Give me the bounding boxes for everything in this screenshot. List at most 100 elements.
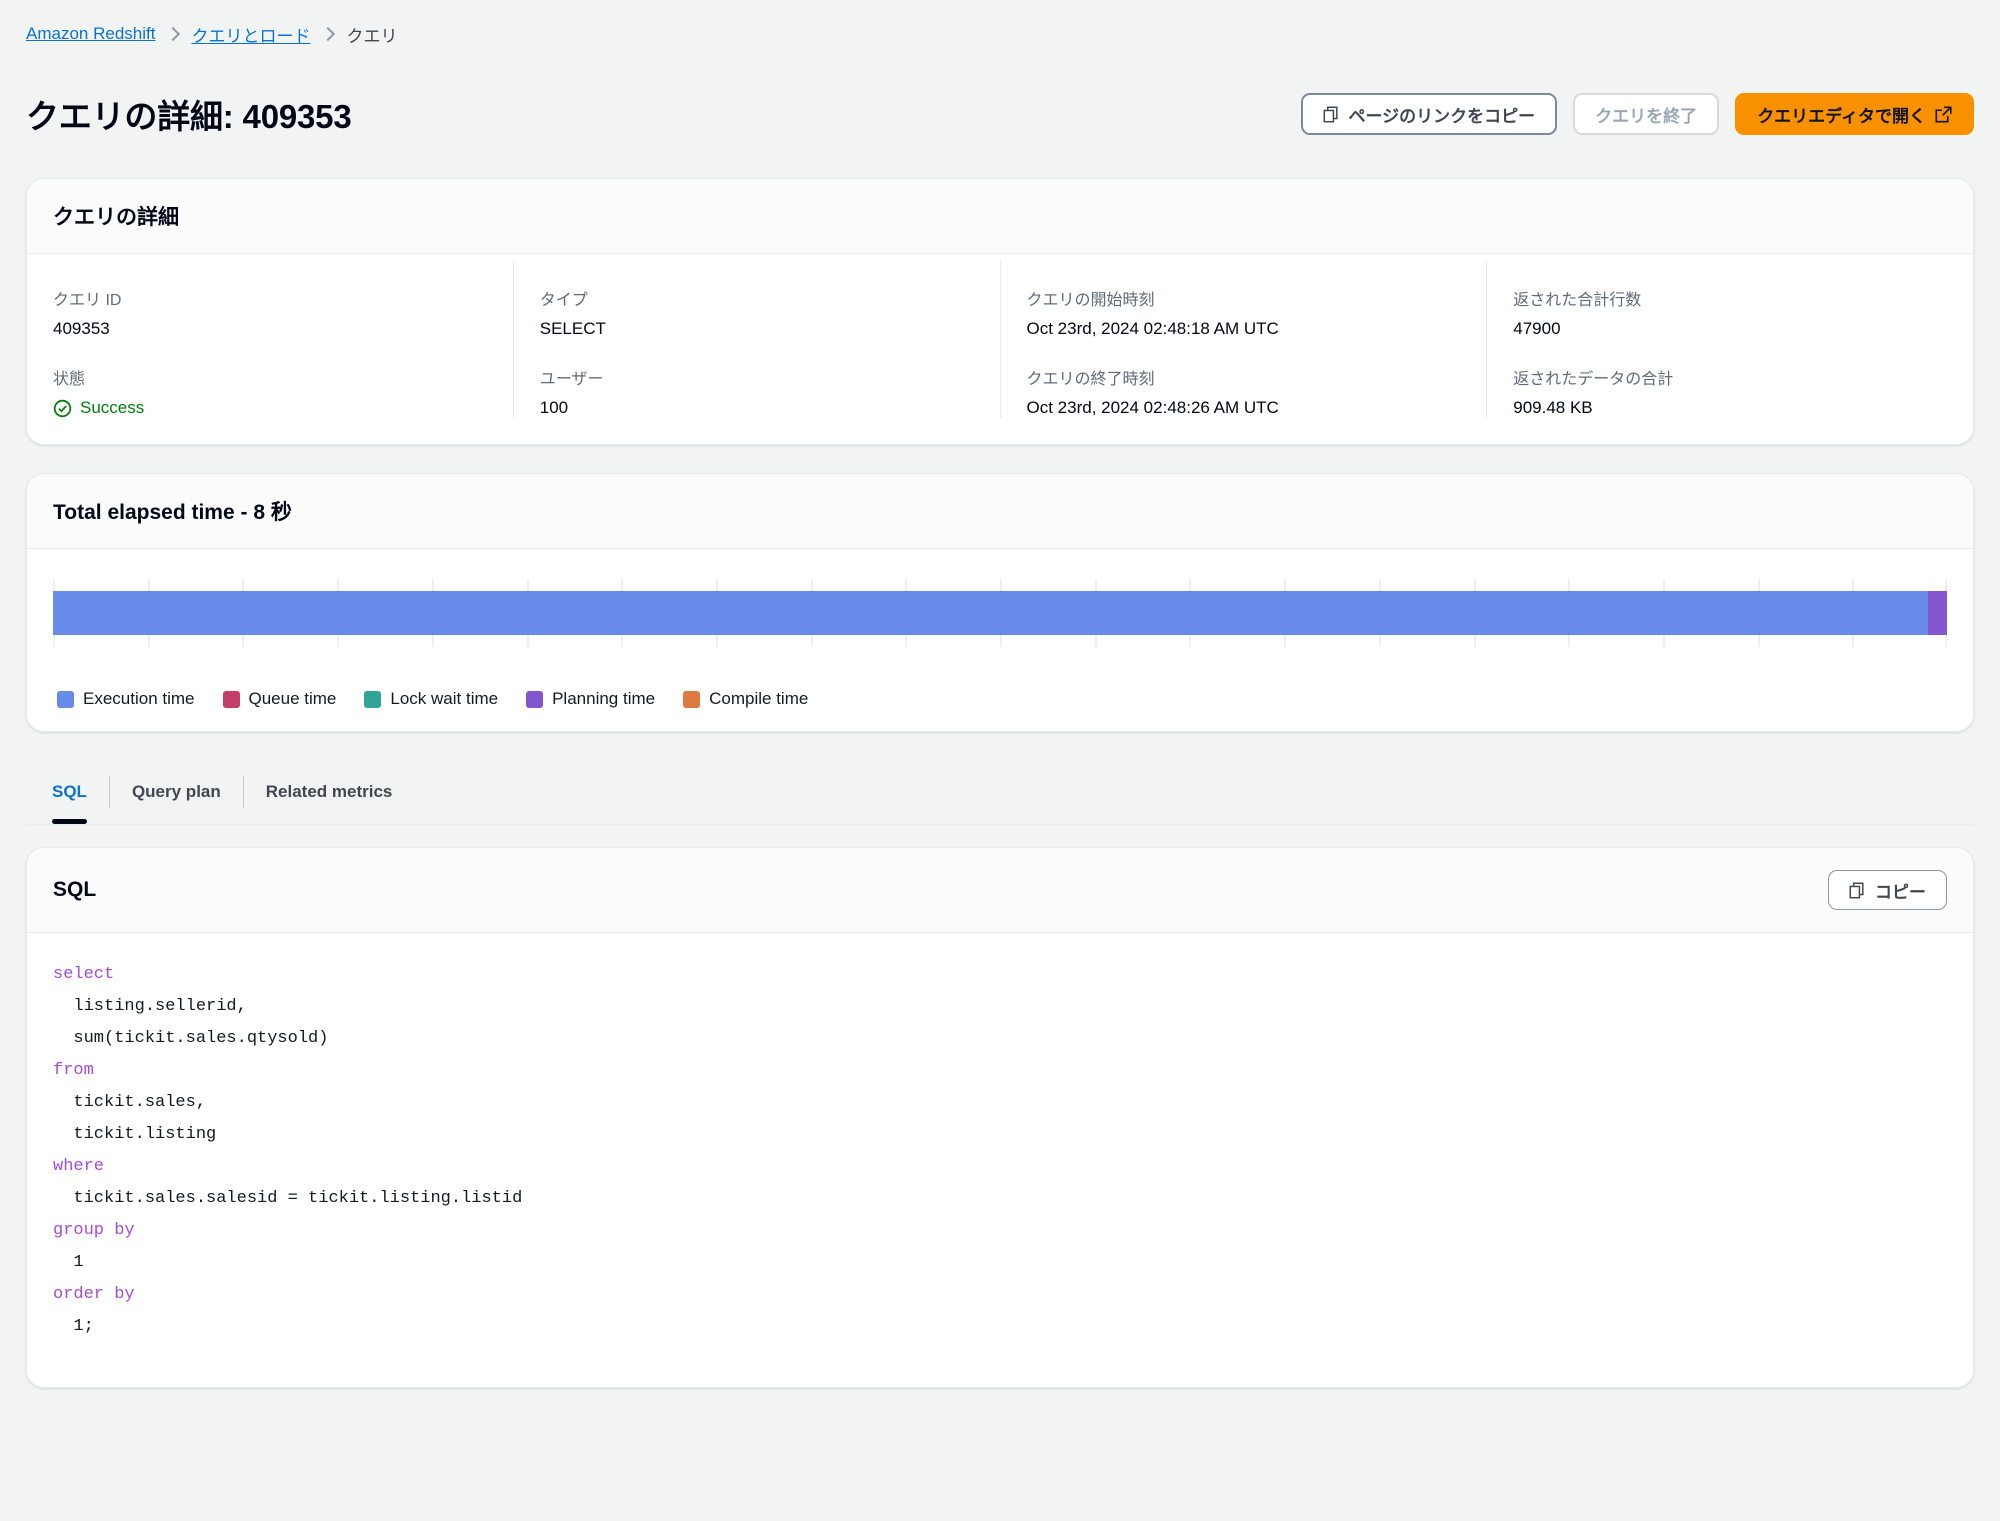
details-column-1: クエリ ID 409353 状態 Success [27, 260, 513, 418]
details-column-3: クエリの開始時刻 Oct 23rd, 2024 02:48:18 AM UTC … [999, 260, 1487, 419]
sql-line: 1 [53, 1247, 1947, 1279]
breadcrumb-item-amazon-redshift[interactable]: Amazon Redshift [26, 24, 155, 44]
legend-label: Execution time [83, 689, 195, 709]
sql-line: select [53, 959, 1947, 991]
sql-line: sum(tickit.sales.qtysold) [53, 1023, 1947, 1055]
tab-underline [26, 824, 1974, 826]
bar-segment-planning-time[interactable] [1928, 591, 1947, 636]
copy-page-link-button[interactable]: ページのリンクをコピー [1300, 93, 1558, 136]
sql-text: 1 [53, 1253, 84, 1273]
detail-label: タイプ [539, 292, 588, 310]
detail-label: 返された合計行数 [1513, 292, 1642, 310]
legend-swatch [364, 690, 382, 708]
legend-swatch [683, 690, 701, 708]
page-header: クエリの詳細: 409353 ページのリンクをコピー クエリを終了 クエリエディ… [26, 46, 1974, 178]
breadcrumb: Amazon Redshift クエリとロード クエリ [26, 0, 1974, 46]
chevron-right-icon [323, 26, 333, 42]
detail-user: ユーザー 100 [540, 339, 974, 418]
status-badge: Success [53, 398, 487, 418]
tab-sql[interactable]: SQL [26, 760, 109, 825]
sql-line: 1; [53, 1311, 1947, 1343]
tab-label: Related metrics [265, 782, 393, 802]
detail-status: 状態 Success [53, 339, 487, 418]
legend-item[interactable]: Lock wait time [364, 689, 498, 709]
header-actions: ページのリンクをコピー クエリを終了 クエリエディタで開く [1300, 93, 1974, 136]
tab-related-metrics[interactable]: Related metrics [244, 760, 415, 824]
breadcrumb-item-query: クエリ [346, 26, 398, 46]
detail-value: SELECT [539, 319, 606, 339]
sql-text: tickit.sales.salesid = tickit.listing.li… [53, 1189, 523, 1209]
elapsed-time-chart: Execution time Queue time Lock wait time Pl… [27, 549, 1973, 731]
detail-query-id: クエリ ID 409353 [53, 260, 487, 339]
sql-keyword: group by [53, 1221, 135, 1241]
detail-label: クエリ ID [53, 292, 122, 310]
terminate-query-label: クエリを終了 [1595, 106, 1698, 126]
detail-total-data: 返されたデータの合計 909.48 KB [1513, 339, 1947, 418]
stacked-bar[interactable] [53, 591, 1947, 636]
copy-sql-button[interactable]: コピー [1828, 870, 1947, 911]
elapsed-time-title: Total elapsed time - 8 秒 [53, 501, 292, 525]
chart-legend: Execution time Queue time Lock wait time Pl… [53, 689, 1947, 709]
detail-value: 100 [539, 398, 569, 418]
sql-line: tickit.listing [53, 1119, 1947, 1151]
elapsed-time-card: Total elapsed time - 8 秒 Execution time Q… [26, 473, 1974, 733]
detail-label: クエリの終了時刻 [1026, 371, 1155, 389]
sql-line: from [53, 1055, 1947, 1087]
query-details-body: クエリ ID 409353 状態 Success タイプ SELECT ユーザー… [27, 254, 1973, 444]
detail-value: Oct 23rd, 2024 02:48:18 AM UTC [1026, 319, 1279, 339]
legend-swatch [57, 690, 74, 708]
sql-card-header: SQL コピー [27, 848, 1973, 934]
legend-item[interactable]: Queue time [222, 689, 337, 709]
sql-line: group by [53, 1215, 1947, 1247]
sql-line: tickit.sales, [53, 1087, 1947, 1119]
success-check-circle-icon [53, 399, 72, 418]
detail-label: 返されたデータの合計 [1513, 371, 1674, 389]
breadcrumb-item-queries-and-loads[interactable]: クエリとロード [191, 22, 310, 47]
chart-plot-area [53, 579, 1947, 648]
sql-text: sum(tickit.sales.qtysold) [53, 1029, 329, 1049]
sql-text: tickit.listing [53, 1125, 217, 1145]
tab-label: SQL [52, 782, 87, 802]
copy-icon [1849, 882, 1866, 899]
sql-keyword: from [53, 1061, 94, 1081]
elapsed-time-header: Total elapsed time - 8 秒 [27, 474, 1973, 550]
sql-line: order by [53, 1279, 1947, 1311]
legend-label: Compile time [709, 689, 809, 709]
external-link-icon [1935, 106, 1952, 123]
open-in-query-editor-label: クエリエディタで開く [1757, 106, 1926, 126]
legend-label: Queue time [248, 689, 337, 709]
bar-segment-execution-time[interactable] [53, 591, 1929, 636]
status-label: Success [80, 398, 145, 418]
detail-end-time: クエリの終了時刻 Oct 23rd, 2024 02:48:26 AM UTC [1027, 339, 1461, 418]
chevron-right-icon [168, 26, 178, 42]
query-details-header: クエリの詳細 [27, 179, 1973, 255]
detail-value: 409353 [53, 319, 110, 339]
legend-item[interactable]: Execution time [57, 689, 195, 709]
sql-text: listing.sellerid, [53, 997, 247, 1017]
sql-card-title: SQL [53, 878, 97, 902]
legend-swatch [222, 690, 240, 708]
sql-text: tickit.sales, [53, 1093, 207, 1113]
detail-label: クエリの開始時刻 [1026, 292, 1155, 310]
legend-swatch [526, 690, 544, 708]
details-column-4: 返された合計行数 47900 返されたデータの合計 909.48 KB [1486, 260, 1973, 419]
copy-sql-label: コピー [1875, 882, 1926, 902]
legend-label: Planning time [552, 689, 656, 709]
terminate-query-button[interactable]: クエリを終了 [1573, 93, 1720, 136]
legend-item[interactable]: Compile time [683, 689, 808, 709]
sql-keyword: select [53, 965, 115, 985]
copy-icon [1323, 106, 1340, 123]
sql-line: where [53, 1151, 1947, 1183]
sql-keyword: order by [53, 1285, 135, 1305]
detail-type: タイプ SELECT [540, 260, 974, 339]
detail-label: ユーザー [539, 371, 604, 389]
tab-query-plan[interactable]: Query plan [110, 760, 243, 824]
legend-item[interactable]: Planning time [526, 689, 655, 709]
detail-value: 47900 [1513, 319, 1561, 339]
sql-line: tickit.sales.salesid = tickit.listing.li… [53, 1183, 1947, 1215]
detail-start-time: クエリの開始時刻 Oct 23rd, 2024 02:48:18 AM UTC [1027, 260, 1461, 339]
open-in-query-editor-button[interactable]: クエリエディタで開く [1735, 93, 1974, 136]
page-title: クエリの詳細: 409353 [26, 98, 352, 136]
sql-card: SQL コピー select listing.sellerid, sum(tic… [26, 847, 1974, 1389]
tab-label: Query plan [131, 782, 221, 802]
